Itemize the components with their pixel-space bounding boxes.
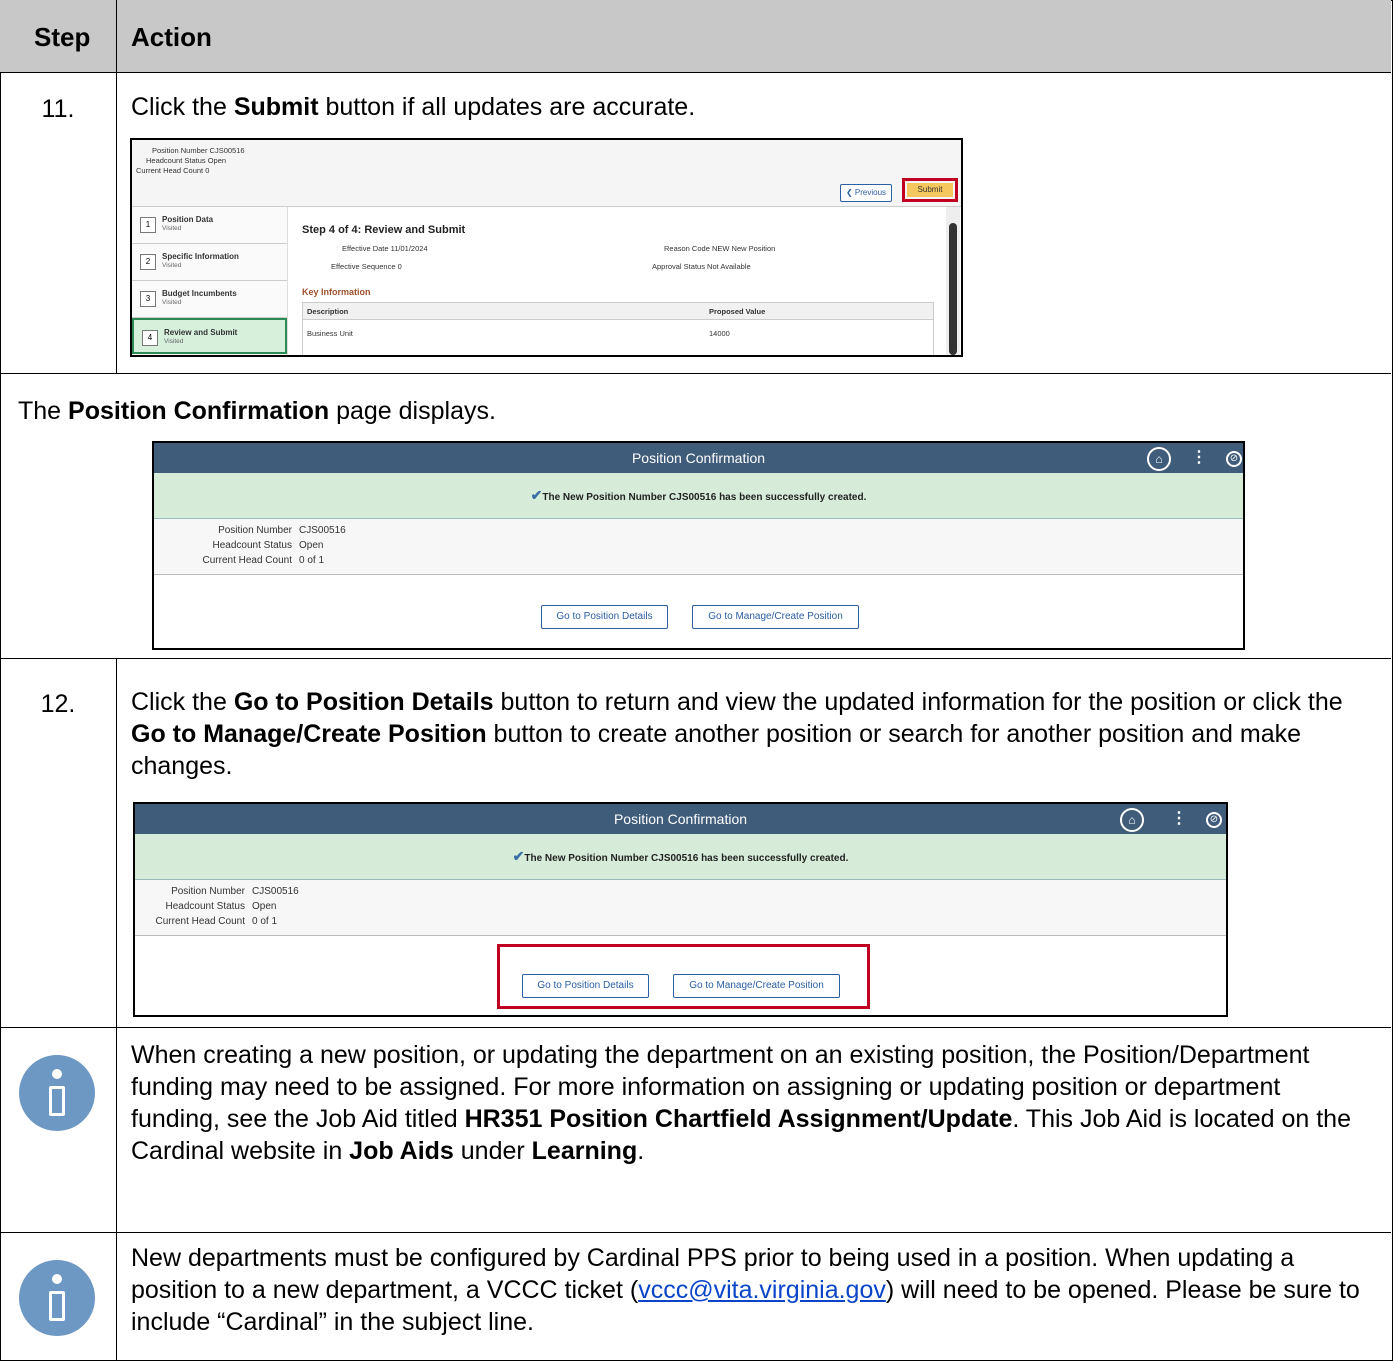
row-separator bbox=[0, 1027, 1391, 1028]
nav-step-number: 1 bbox=[140, 217, 156, 233]
nav-step-3[interactable]: 3 Budget Incumbents Visited bbox=[132, 281, 287, 318]
header-action: Action bbox=[131, 22, 212, 52]
row-separator bbox=[0, 373, 1391, 374]
value-current-head-count: 0 of 1 bbox=[252, 916, 278, 927]
table-cell: Business Unit bbox=[307, 329, 353, 338]
value-position-number: CJS00516 bbox=[299, 525, 346, 536]
position-info: Position Number CJS00516 Headcount Statu… bbox=[154, 519, 1243, 575]
vccc-email-link[interactable]: vccc@vita.virginia.gov bbox=[638, 1276, 886, 1304]
value-current-head-count: 0 of 1 bbox=[299, 555, 325, 566]
go-to-position-details-button[interactable]: Go to Position Details bbox=[541, 605, 668, 629]
submit-button[interactable]: Submit bbox=[907, 183, 953, 197]
nav-step-title: Budget Incumbents bbox=[162, 289, 237, 298]
review-submit-screenshot: Position Number CJS00516 Headcount Statu… bbox=[130, 138, 963, 357]
job-aid-page: Step Action 11. Click the Submit button … bbox=[0, 0, 1393, 1361]
effective-date: Effective Date 11/01/2024 bbox=[342, 244, 428, 253]
value-headcount-status: Open bbox=[252, 901, 277, 912]
step-12-text: Click the Go to Position Details button … bbox=[131, 688, 1343, 780]
effective-sequence: Effective Sequence 0 bbox=[331, 262, 402, 271]
nav-step-number: 3 bbox=[140, 291, 156, 307]
nav-step-title: Specific Information bbox=[162, 252, 239, 261]
nav-step-number: 2 bbox=[140, 254, 156, 270]
row-separator bbox=[0, 1232, 1391, 1233]
nav-step-4[interactable]: 4 Review and Submit Visited bbox=[132, 318, 287, 354]
nav-step-title: Position Data bbox=[162, 215, 214, 224]
home-icon[interactable]: ⌂ bbox=[1120, 808, 1144, 832]
table-header-row: Description Proposed Value bbox=[303, 303, 933, 320]
nav-step-title: Review and Submit bbox=[164, 328, 238, 337]
go-to-manage-create-position-button[interactable]: Go to Manage/Create Position bbox=[692, 605, 859, 629]
step-11-text: Click the Submit button if all updates a… bbox=[131, 93, 696, 121]
nav-step-status: Visited bbox=[162, 299, 182, 306]
position-info: Position Number CJS00516 Headcount Statu… bbox=[135, 880, 1226, 936]
label-position-number: Position Number bbox=[218, 525, 292, 536]
nav-step-number: 4 bbox=[142, 330, 158, 346]
step-title: Step 4 of 4: Review and Submit bbox=[302, 224, 466, 236]
nav-step-status: Visited bbox=[164, 338, 184, 345]
scrollbar[interactable] bbox=[946, 207, 960, 355]
label-position-number: Position Number bbox=[171, 886, 245, 897]
label-current-head-count: Current Head Count bbox=[155, 916, 246, 927]
previous-button[interactable]: ❮ Previous bbox=[840, 184, 892, 202]
navbar-icon[interactable]: ⊘ bbox=[1206, 812, 1222, 828]
key-info-table: Description Proposed Value Business Unit… bbox=[302, 302, 934, 355]
buttons-highlight bbox=[497, 944, 870, 1009]
info-icon bbox=[19, 1055, 95, 1131]
success-message: ✔The New Position Number CJS00516 has be… bbox=[135, 834, 1226, 880]
nav-step-1[interactable]: 1 Position Data Visited bbox=[132, 207, 287, 244]
title-bar: Position Confirmation bbox=[135, 804, 1226, 834]
label-headcount-status: Headcount Status bbox=[212, 540, 293, 551]
column-divider bbox=[116, 0, 117, 373]
column-divider bbox=[116, 658, 117, 1361]
value-position-number: CJS00516 bbox=[252, 886, 299, 897]
more-options-icon[interactable]: ⋮ bbox=[1191, 449, 1207, 467]
position-number: Position Number CJS00516 bbox=[152, 146, 245, 155]
approval-status: Approval Status Not Available bbox=[652, 262, 751, 271]
nav-step-2[interactable]: 2 Specific Information Visited bbox=[132, 244, 287, 281]
table-header: Step Action bbox=[0, 0, 1391, 73]
navbar-icon[interactable]: ⊘ bbox=[1226, 451, 1242, 467]
row-separator bbox=[0, 658, 1391, 659]
label-headcount-status: Headcount Status bbox=[165, 901, 246, 912]
step-navigation: 1 Position Data Visited 2 Specific Infor… bbox=[132, 207, 288, 355]
title-bar: Position Confirmation bbox=[154, 443, 1243, 473]
position-summary: Position Number CJS00516 Headcount Statu… bbox=[132, 140, 961, 207]
header-step: Step bbox=[34, 22, 91, 52]
success-message: ✔The New Position Number CJS00516 has be… bbox=[154, 473, 1243, 519]
current-head-count: Current Head Count 0 bbox=[136, 166, 210, 175]
checkmark-icon: ✔ bbox=[530, 487, 543, 503]
more-options-icon[interactable]: ⋮ bbox=[1171, 810, 1187, 828]
col-description: Description bbox=[307, 307, 349, 316]
info-icon bbox=[19, 1260, 95, 1336]
nav-step-status: Visited bbox=[162, 262, 182, 269]
table-cell: 14000 bbox=[709, 329, 730, 338]
col-proposed-value: Proposed Value bbox=[709, 307, 766, 316]
confirmation-note: The Position Confirmation page displays. bbox=[18, 397, 496, 425]
info-note-funding: When creating a new position, or updatin… bbox=[131, 1041, 1351, 1165]
value-headcount-status: Open bbox=[299, 540, 324, 551]
home-icon[interactable]: ⌂ bbox=[1147, 447, 1171, 471]
scrollbar-thumb[interactable] bbox=[949, 223, 957, 355]
nav-step-status: Visited bbox=[162, 225, 182, 232]
position-confirmation-screenshot-1: Position Confirmation ⌂ ⋮ ⊘ ✔The New Pos… bbox=[152, 441, 1245, 650]
submit-highlight: Submit bbox=[902, 178, 958, 202]
label-current-head-count: Current Head Count bbox=[202, 555, 293, 566]
step-number-12: 12. bbox=[40, 690, 76, 718]
key-information-heading: Key Information bbox=[302, 287, 371, 297]
checkmark-icon: ✔ bbox=[512, 848, 525, 864]
step-number-11: 11. bbox=[41, 95, 75, 123]
reason-code: Reason Code NEW New Position bbox=[664, 244, 776, 253]
headcount-status: Headcount Status Open bbox=[146, 156, 227, 165]
info-note-departments: New departments must be configured by Ca… bbox=[131, 1244, 1360, 1336]
